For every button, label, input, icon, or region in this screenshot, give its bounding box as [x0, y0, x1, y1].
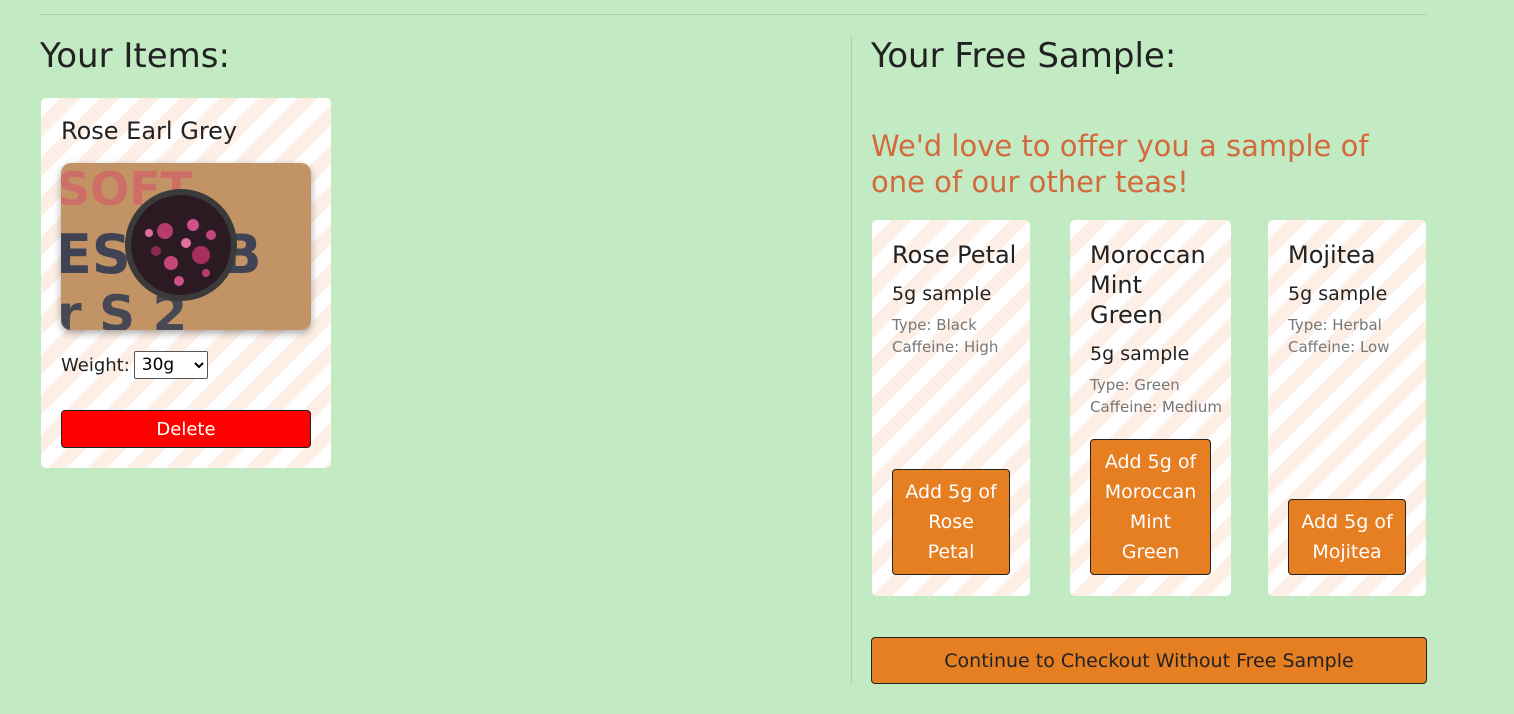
weight-row: Weight: 30g [61, 351, 208, 379]
sample-size: 5g sample [1288, 283, 1388, 305]
sample-card-rose-petal: Rose Petal 5g sample Type: Black Caffein… [872, 220, 1030, 596]
sample-name: Rose Petal [892, 241, 1017, 269]
item-title: Rose Earl Grey [61, 117, 238, 145]
weight-label: Weight: [61, 354, 130, 376]
continue-checkout-button[interactable]: Continue to Checkout Without Free Sample [871, 637, 1427, 684]
sample-caffeine: Caffeine: Low [1288, 338, 1390, 356]
sample-card-moroccan-mint-green: Moroccan Mint Green 5g sample Type: Gree… [1070, 220, 1231, 596]
add-moroccan-mint-green-button[interactable]: Add 5g of Moroccan Mint Green [1090, 439, 1211, 575]
offer-text: We'd love to offer you a sample of one o… [871, 129, 1369, 199]
sample-name: Moroccan Mint Green [1090, 241, 1206, 329]
sample-caffeine: Caffeine: Medium [1090, 398, 1222, 416]
sample-name: Mojitea [1288, 241, 1376, 269]
cart-item-card: Rose Earl Grey SOFT ESS LB r S 2 [41, 98, 331, 468]
weight-select[interactable]: 30g [133, 351, 208, 379]
sample-type: Type: Green [1090, 376, 1180, 394]
your-items-heading: Your Items: [40, 36, 230, 76]
column-divider [851, 36, 852, 684]
sample-type: Type: Black [892, 316, 977, 334]
add-rose-petal-button[interactable]: Add 5g of Rose Petal [892, 469, 1010, 575]
sample-caffeine: Caffeine: High [892, 338, 999, 356]
page: Your Items: Rose Earl Grey SOFT ESS LB r… [0, 0, 1514, 714]
delete-button[interactable]: Delete [61, 410, 311, 448]
sample-size: 5g sample [1090, 343, 1190, 365]
top-divider [40, 14, 1427, 15]
add-mojitea-button[interactable]: Add 5g of Mojitea [1288, 499, 1406, 575]
sample-size: 5g sample [892, 283, 992, 305]
tea-scoop-photo: SOFT ESS LB r S 2 [61, 163, 311, 330]
sample-card-mojitea: Mojitea 5g sample Type: Herbal Caffeine:… [1268, 220, 1426, 596]
sample-type: Type: Herbal [1288, 316, 1382, 334]
free-sample-heading: Your Free Sample: [871, 36, 1177, 76]
